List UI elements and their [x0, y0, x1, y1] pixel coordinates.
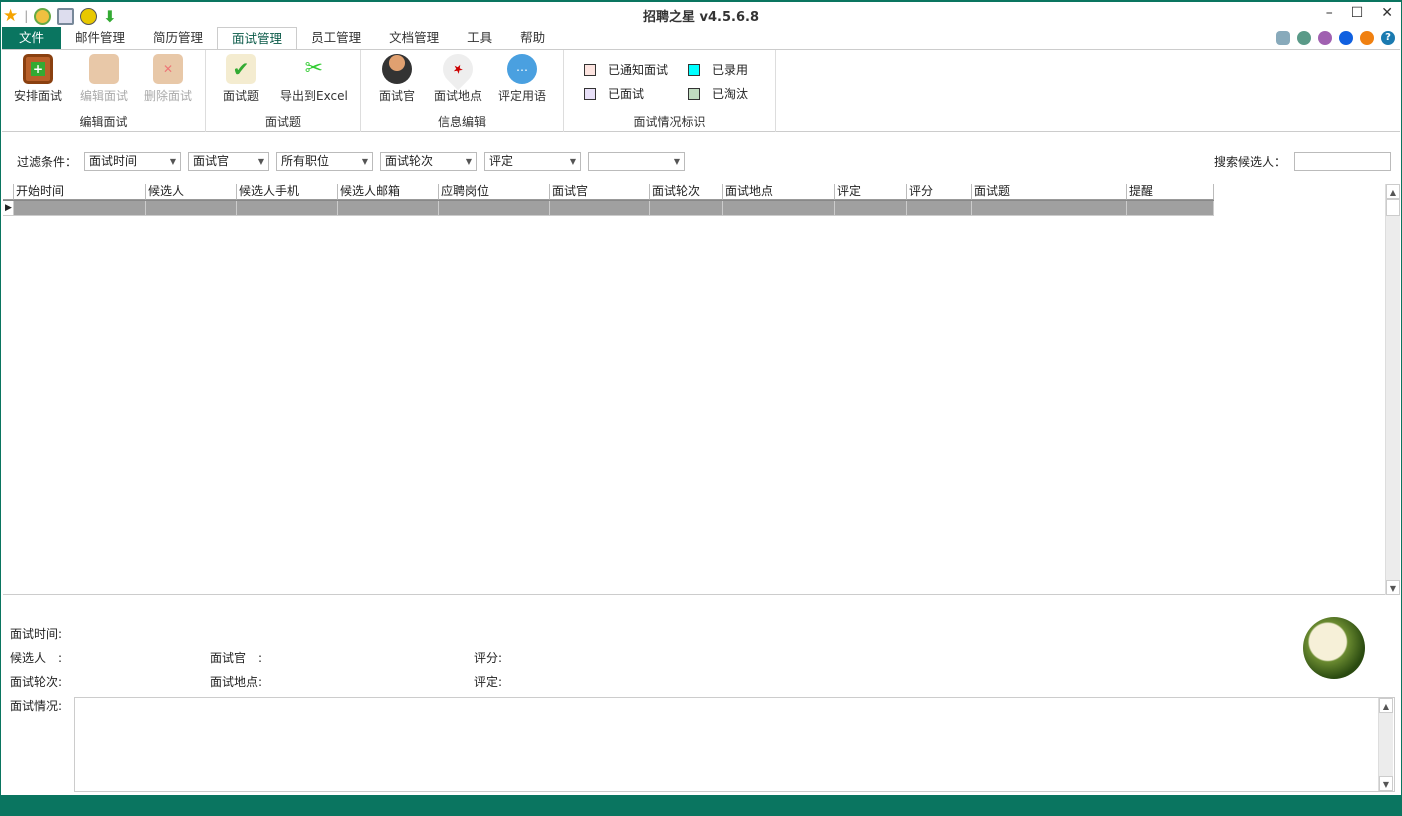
detail-location-label: 面试地点:	[210, 675, 263, 689]
interview-grid: 开始时间 候选人 候选人手机 候选人邮箱 应聘岗位 面试官 面试轮次 面试地点 …	[3, 184, 1386, 595]
map-pin-icon: ★	[436, 47, 480, 91]
status-bar	[1, 795, 1401, 815]
column-header[interactable]: 候选人邮箱	[338, 184, 439, 200]
detail-round-label: 面试轮次:	[10, 675, 63, 689]
filter-extra-combo[interactable]: ▼	[588, 152, 686, 171]
column-header[interactable]: 应聘岗位	[439, 184, 550, 200]
edit-interview-button[interactable]: 编辑面试	[80, 54, 128, 104]
search-candidate-input[interactable]	[1294, 152, 1391, 171]
column-header[interactable]: 面试地点	[723, 184, 835, 200]
book-check-icon: ✔	[226, 54, 256, 84]
right-tools: ?	[1276, 31, 1395, 45]
excel-icon: ✂	[304, 56, 324, 81]
scroll-up-icon[interactable]: ▲	[1386, 184, 1400, 199]
situation-textarea[interactable]	[74, 697, 1395, 792]
scroll-down-icon[interactable]: ▼	[1379, 776, 1393, 791]
close-button[interactable]: ✕	[1381, 5, 1393, 21]
app-window: ★ | ⬇ 招聘之星 v4.5.6.8 – ☐ ✕ 文件 邮件管理 简历管理 面…	[0, 0, 1402, 816]
legend-rejected: 已淘汰	[688, 85, 748, 102]
help-icon[interactable]: ?	[1381, 31, 1395, 45]
row-pointer-icon: ▶	[3, 201, 14, 216]
calculator-icon[interactable]	[1276, 31, 1290, 45]
filter-time-combo[interactable]: 面试时间 ▼	[84, 152, 182, 171]
speech-bubble-icon: …	[507, 54, 537, 84]
scroll-up-icon[interactable]: ▲	[1379, 698, 1393, 713]
row-header-corner	[3, 184, 14, 200]
tab-interview[interactable]: 面试管理	[217, 27, 298, 50]
detail-candidate-label: 候选人 :	[10, 651, 63, 665]
group-label: 编辑面试	[79, 115, 128, 129]
clipboard-delete-icon: ✕	[153, 54, 183, 84]
questions-button[interactable]: ✔ 面试题	[223, 54, 259, 104]
detail-situation-label: 面试情况:	[10, 699, 63, 713]
rating-terms-button[interactable]: … 评定用语	[498, 54, 546, 104]
detail-score-label: 评分:	[474, 651, 503, 665]
scroll-thumb[interactable]	[1386, 199, 1400, 216]
column-header[interactable]: 评分	[907, 184, 972, 200]
theme-blue-icon[interactable]	[1339, 31, 1353, 45]
legend-notified: 已通知面试	[584, 61, 668, 78]
column-header[interactable]: 提醒	[1127, 184, 1214, 200]
legend-hired: 已录用	[688, 61, 748, 78]
clipboard-add-icon: +	[23, 54, 53, 84]
search-label: 搜索候选人：	[1213, 155, 1286, 169]
grid-header: 开始时间 候选人 候选人手机 候选人邮箱 应聘岗位 面试官 面试轮次 面试地点 …	[3, 184, 1214, 200]
tab-staff[interactable]: 员工管理	[297, 27, 375, 49]
filter-interviewer-combo[interactable]: 面试官 ▼	[188, 152, 270, 171]
filter-position-combo[interactable]: 所有职位 ▼	[276, 152, 374, 171]
interviewer-button[interactable]: 面试官	[379, 54, 415, 104]
filter-label: 过滤条件：	[17, 155, 78, 169]
group-status-legend: 已通知面试 已录用 已面试 已淘汰 面试情况标识	[564, 50, 776, 132]
search-bar: 搜索候选人：	[1214, 152, 1391, 171]
group-label: 面试情况标识	[633, 115, 706, 129]
person-icon	[382, 54, 412, 84]
detail-rating-label: 评定:	[474, 675, 503, 689]
grid-scrollbar[interactable]: ▲ ▼	[1385, 184, 1400, 595]
table-row[interactable]: ▶	[3, 200, 1214, 216]
column-header[interactable]: 候选人手机	[237, 184, 338, 200]
app-logo	[1303, 617, 1365, 679]
group-info-edit: 面试官 ★ 面试地点 … 评定用语 信息编辑	[361, 47, 564, 132]
legend-interviewed: 已面试	[584, 85, 644, 102]
export-excel-button[interactable]: ✂ 导出到Excel	[280, 54, 348, 104]
tab-resume[interactable]: 简历管理	[139, 27, 217, 49]
tab-file[interactable]: 文件	[2, 27, 62, 49]
column-header[interactable]: 面试轮次	[650, 184, 723, 200]
column-header[interactable]: 开始时间	[14, 184, 146, 200]
group-label: 面试题	[264, 115, 301, 129]
group-questions: ✔ 面试题 ✂ 导出到Excel 面试题	[206, 50, 361, 132]
column-header[interactable]: 候选人	[146, 184, 237, 200]
tab-help[interactable]: 帮助	[506, 27, 559, 49]
group-label: 信息编辑	[437, 115, 486, 129]
tab-tools[interactable]: 工具	[453, 27, 506, 49]
theme-purple-icon[interactable]	[1318, 31, 1332, 45]
filter-round-combo[interactable]: 面试轮次 ▼	[380, 152, 478, 171]
memo-scrollbar[interactable]: ▲ ▼	[1378, 698, 1393, 791]
clipboard-edit-icon	[89, 54, 119, 84]
filter-bar: 过滤条件： 面试时间 ▼ 面试官 ▼ 所有职位 ▼ 面试轮次 ▼ 评定 ▼ ▼	[17, 152, 686, 171]
ribbon-tabs: 文件 邮件管理 简历管理 面试管理 员工管理 文档管理 工具 帮助	[2, 27, 559, 50]
theme-orange-icon[interactable]	[1360, 31, 1374, 45]
maximize-button[interactable]: ☐	[1351, 5, 1364, 21]
detail-interviewer-label: 面试官 :	[210, 651, 263, 665]
detail-time-label: 面试时间:	[10, 627, 63, 641]
schedule-interview-button[interactable]: + 安排面试	[14, 54, 62, 104]
location-button[interactable]: ★ 面试地点	[434, 47, 482, 104]
theme-green-icon[interactable]	[1297, 31, 1311, 45]
column-header[interactable]: 评定	[835, 184, 907, 200]
group-edit-interview: + 安排面试 编辑面试 ✕ 删除面试 编辑面试	[2, 50, 206, 132]
scroll-down-icon[interactable]: ▼	[1386, 580, 1400, 595]
filter-rating-combo[interactable]: 评定 ▼	[484, 152, 582, 171]
delete-interview-button[interactable]: ✕ 删除面试	[144, 54, 192, 104]
ribbon: + 安排面试 编辑面试 ✕ 删除面试 编辑面试 ✔ 面试题 ✂ 导出到Excel 面试题…	[2, 47, 1400, 132]
column-header[interactable]: 面试题	[972, 184, 1127, 200]
tab-docs[interactable]: 文档管理	[375, 27, 453, 49]
minimize-button[interactable]: –	[1326, 5, 1333, 21]
tab-mail[interactable]: 邮件管理	[61, 27, 139, 49]
window-title: 招聘之星 v4.5.6.8	[643, 10, 759, 25]
column-header[interactable]: 面试官	[550, 184, 650, 200]
